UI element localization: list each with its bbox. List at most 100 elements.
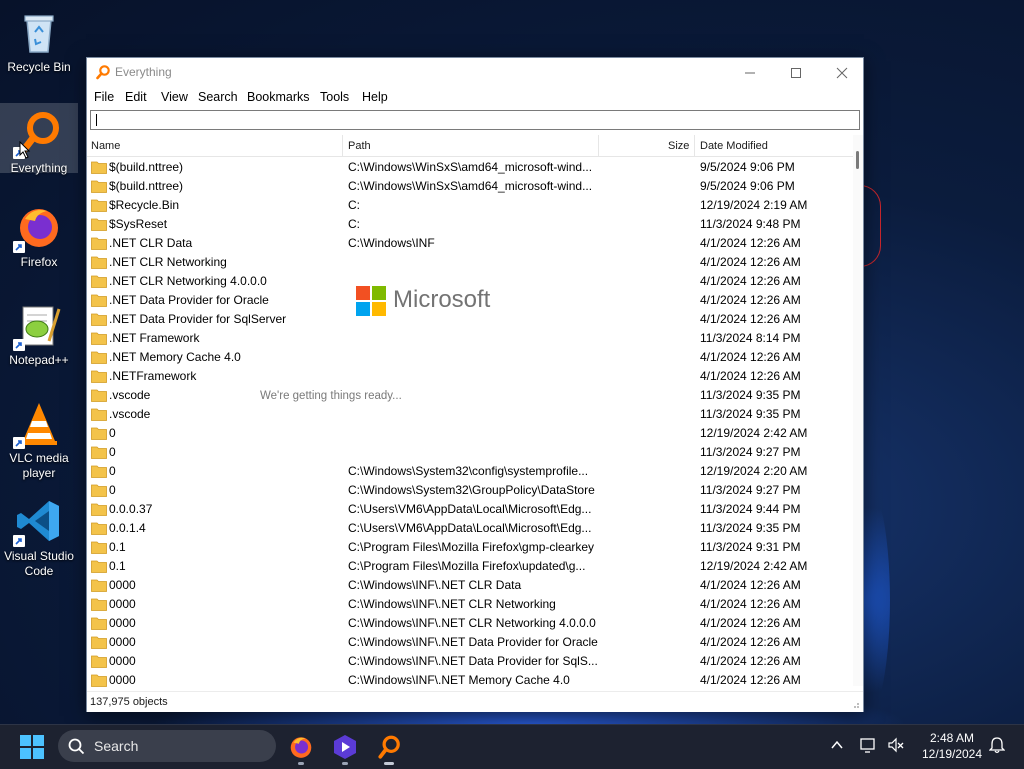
table-row[interactable]: 0.0.1.4 C:\Users\VM6\AppData\Local\Micros… bbox=[87, 519, 853, 538]
row-name: 0.1 bbox=[109, 559, 126, 573]
vertical-scrollbar[interactable] bbox=[853, 135, 863, 686]
row-name: .NET Data Provider for SqlServer bbox=[109, 312, 287, 326]
taskbar-clock[interactable]: 2:48 AM 12/19/2024 bbox=[916, 730, 988, 762]
table-row[interactable]: .NET CLR Data C:\Windows\INF 4/1/2024 12:2… bbox=[87, 234, 853, 253]
folder-icon bbox=[91, 199, 107, 212]
desktop-icon-everything[interactable]: Everything bbox=[0, 103, 78, 175]
table-row[interactable]: .NET CLR Networking 4/1/2024 12:26 AM bbox=[87, 253, 853, 272]
results-header: Name Path Size Date Modified bbox=[87, 135, 853, 157]
notifications-button[interactable] bbox=[988, 736, 1006, 759]
taskbar-app-clipchamp[interactable] bbox=[326, 729, 364, 765]
menu-file[interactable]: File bbox=[94, 90, 114, 104]
column-header-name[interactable]: Name bbox=[91, 140, 120, 152]
minimize-button[interactable] bbox=[727, 58, 773, 87]
desktop-icon-label: Notepad++ bbox=[9, 353, 69, 367]
notepadpp-icon bbox=[13, 301, 63, 351]
column-header-date-modified[interactable]: Date Modified bbox=[700, 140, 768, 152]
taskbar-search-box[interactable]: Search bbox=[58, 730, 276, 762]
start-button[interactable] bbox=[20, 735, 44, 764]
menu-view[interactable]: View bbox=[161, 90, 188, 104]
row-date-modified: 4/1/2024 12:26 AM bbox=[700, 274, 801, 288]
folder-icon bbox=[91, 541, 107, 554]
table-row[interactable]: .NET Framework 11/3/2024 8:14 PM bbox=[87, 329, 853, 348]
desktop-icon-notepadpp[interactable]: Notepad++ bbox=[0, 295, 78, 373]
row-name: 0000 bbox=[109, 578, 136, 592]
windows-logo-icon bbox=[20, 735, 44, 759]
table-row[interactable]: $Recycle.Bin C: 12/19/2024 2:19 AM bbox=[87, 196, 853, 215]
column-divider[interactable] bbox=[342, 135, 343, 156]
table-row[interactable]: 0.1 C:\Program Files\Mozilla Firefox\gmp-… bbox=[87, 538, 853, 557]
desktop-icon-label: Firefox bbox=[20, 255, 58, 269]
table-row[interactable]: .vscode 11/3/2024 9:35 PM bbox=[87, 405, 853, 424]
results-list: $(build.nttree) C:\Windows\WinSxS\amd64_m… bbox=[87, 158, 853, 688]
shortcut-arrow-icon bbox=[13, 437, 25, 449]
folder-icon bbox=[91, 408, 107, 421]
column-header-size[interactable]: Size bbox=[668, 140, 689, 152]
table-row[interactable]: 0 11/3/2024 9:27 PM bbox=[87, 443, 853, 462]
maximize-button[interactable] bbox=[773, 58, 819, 87]
taskbar-app-everything[interactable] bbox=[370, 729, 408, 765]
table-row[interactable]: 0000 C:\Windows\INF\.NET Data Provider fo… bbox=[87, 652, 853, 671]
table-row[interactable]: 0 12/19/2024 2:42 AM bbox=[87, 424, 853, 443]
folder-icon bbox=[91, 161, 107, 174]
menu-tools[interactable]: Tools bbox=[320, 90, 349, 104]
search-input[interactable] bbox=[90, 110, 860, 130]
volume-button[interactable] bbox=[887, 736, 905, 759]
table-row[interactable]: .vscode 11/3/2024 9:35 PM bbox=[87, 386, 853, 405]
clipchamp-icon bbox=[334, 735, 356, 759]
everything-icon bbox=[378, 735, 400, 759]
desktop-icon-vlc[interactable]: VLC media player bbox=[0, 393, 78, 485]
row-path: C:\Windows\INF\.NET CLR Networking 4.0.0… bbox=[348, 616, 596, 630]
table-row[interactable]: $SysReset C: 11/3/2024 9:48 PM bbox=[87, 215, 853, 234]
close-button[interactable] bbox=[819, 58, 865, 87]
microsoft-splash: Microsoft bbox=[356, 286, 536, 316]
table-row[interactable]: $(build.nttree) C:\Windows\WinSxS\amd64_m… bbox=[87, 158, 853, 177]
table-row[interactable]: 0000 C:\Windows\INF\.NET Data Provider fo… bbox=[87, 633, 853, 652]
menu-search[interactable]: Search bbox=[198, 90, 238, 104]
row-date-modified: 11/3/2024 9:44 PM bbox=[700, 502, 801, 516]
table-row[interactable]: 0 C:\Windows\System32\config\systemprofil… bbox=[87, 462, 853, 481]
desktop-icon-recycle-bin[interactable]: Recycle Bin bbox=[0, 2, 78, 88]
desktop-icon-vscode[interactable]: Visual Studio Code bbox=[0, 491, 78, 583]
scrollbar-thumb[interactable] bbox=[856, 151, 859, 169]
row-name: 0.0.0.37 bbox=[109, 502, 153, 516]
folder-icon bbox=[91, 674, 107, 687]
row-name: $(build.nttree) bbox=[109, 160, 184, 174]
clock-date: 12/19/2024 bbox=[921, 747, 983, 761]
row-name: 0 bbox=[109, 464, 116, 478]
table-row[interactable]: 0000 C:\Windows\INF\.NET CLR Networking 4/… bbox=[87, 595, 853, 614]
table-row[interactable]: 0 C:\Windows\System32\GroupPolicy\DataSto… bbox=[87, 481, 853, 500]
table-row[interactable]: 0.1 C:\Program Files\Mozilla Firefox\upda… bbox=[87, 557, 853, 576]
vscode-icon bbox=[13, 497, 63, 547]
table-row[interactable]: 0000 C:\Windows\INF\.NET CLR Networking 4… bbox=[87, 614, 853, 633]
menu-edit[interactable]: Edit bbox=[125, 90, 147, 104]
table-row[interactable]: .NET Memory Cache 4.0 4/1/2024 12:26 AM bbox=[87, 348, 853, 367]
column-divider[interactable] bbox=[694, 135, 695, 156]
menu-bookmarks[interactable]: Bookmarks bbox=[247, 90, 310, 104]
table-row[interactable]: .NETFramework 4/1/2024 12:26 AM bbox=[87, 367, 853, 386]
folder-icon bbox=[91, 598, 107, 611]
chevron-up-icon bbox=[831, 740, 843, 749]
resize-grip-icon[interactable] bbox=[851, 700, 860, 709]
table-row[interactable]: $(build.nttree) C:\Windows\WinSxS\amd64_m… bbox=[87, 177, 853, 196]
desktop-icon-firefox[interactable]: Firefox bbox=[0, 197, 78, 275]
row-path: C: bbox=[348, 198, 360, 212]
column-divider[interactable] bbox=[598, 135, 599, 156]
show-hidden-icons-button[interactable] bbox=[830, 738, 844, 757]
taskbar-app-firefox[interactable] bbox=[282, 729, 320, 765]
everything-icon bbox=[96, 65, 110, 80]
table-row[interactable]: 0000 C:\Windows\INF\.NET CLR Data 4/1/2024… bbox=[87, 576, 853, 595]
network-button[interactable] bbox=[860, 736, 878, 759]
row-name: 0000 bbox=[109, 673, 136, 687]
desktop-icon-label: Recycle Bin bbox=[7, 60, 71, 74]
folder-icon bbox=[91, 503, 107, 516]
table-row[interactable]: 0000 C:\Windows\INF\.NET Memory Cache 4.0… bbox=[87, 671, 853, 688]
row-path: C:\Windows\INF\.NET CLR Networking bbox=[348, 597, 556, 611]
table-row[interactable]: 0.0.0.37 C:\Users\VM6\AppData\Local\Micro… bbox=[87, 500, 853, 519]
menu-help[interactable]: Help bbox=[362, 90, 388, 104]
column-header-path[interactable]: Path bbox=[348, 140, 371, 152]
title-bar[interactable]: Everything bbox=[87, 58, 863, 87]
row-name: .vscode bbox=[109, 388, 151, 402]
folder-icon bbox=[91, 313, 107, 326]
row-date-modified: 11/3/2024 8:14 PM bbox=[700, 331, 801, 345]
